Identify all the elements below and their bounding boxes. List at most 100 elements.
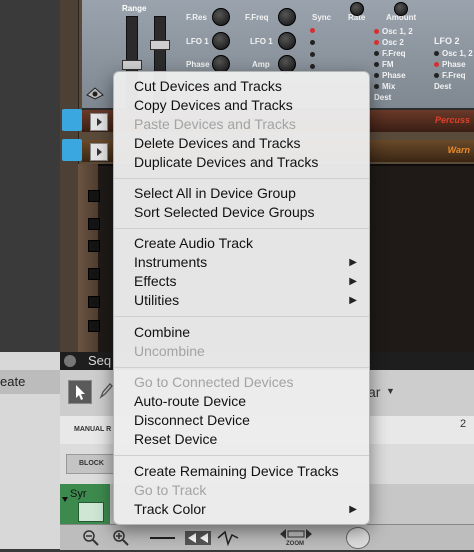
dest-item[interactable]: FM [382, 60, 394, 69]
menu-item-label: Create Audio Track [134, 235, 254, 251]
f-res-knob[interactable] [212, 8, 230, 26]
menu-item-create-remaining-tracks[interactable]: Create Remaining Device Tracks [134, 462, 339, 481]
dest-label: Dest [374, 93, 392, 102]
zoom-arrows-icon[interactable] [276, 527, 316, 541]
menu-item-label: Instruments [134, 254, 208, 270]
sync-label: Sync [312, 13, 332, 22]
block-label: BLOCK [79, 460, 104, 467]
waveform-led-1[interactable] [310, 28, 315, 33]
rate-knob[interactable] [350, 2, 364, 16]
f-freq-label: F.Freq [245, 13, 269, 22]
menu-item-copy-devices[interactable]: Copy Devices and Tracks [134, 96, 293, 115]
menu-item-track-color[interactable]: Track Color [134, 500, 206, 519]
amount-knob[interactable] [394, 2, 408, 16]
menu-item-effects[interactable]: Effects [134, 272, 177, 291]
dest-item[interactable]: Mix [382, 82, 395, 91]
chevron-down-icon[interactable]: ▼ [386, 386, 395, 396]
waveform-led-4[interactable] [310, 64, 315, 69]
device-expand-button-1[interactable] [90, 113, 108, 131]
menu-item-label: Copy Devices and Tracks [134, 97, 293, 113]
menu-item-select-all-group[interactable]: Select All in Device Group [134, 184, 296, 203]
lfo2-dest-item[interactable]: F.Freq [442, 71, 466, 80]
dest-item[interactable]: Osc 1, 2 [382, 27, 413, 36]
menu-separator [114, 367, 369, 368]
menu-item-create-audio-track[interactable]: Create Audio Track [134, 234, 253, 253]
amp-label: Amp [252, 60, 270, 69]
lfo1-knob[interactable] [212, 32, 230, 50]
menu-item-go-to-track: Go to Track [134, 481, 206, 500]
device-expand-button-2[interactable] [90, 143, 108, 161]
rack-left-rail [60, 0, 79, 352]
collapse-circle-icon[interactable] [64, 355, 76, 367]
track-header[interactable]: Syr [60, 484, 110, 524]
menu-item-label: Utilities [134, 292, 180, 308]
device-strip-label: Warn [447, 145, 470, 155]
phase-label: Phase [186, 60, 210, 69]
menu-item-utilities[interactable]: Utilities [134, 291, 179, 310]
zoom-out-icon[interactable] [82, 529, 100, 547]
menu-separator [114, 178, 369, 179]
menu-item-cut-devices[interactable]: Cut Devices and Tracks [134, 77, 282, 96]
menu-item-delete-devices[interactable]: Delete Devices and Tracks [134, 134, 301, 153]
zoom-in-icon[interactable] [112, 529, 130, 547]
menu-item-combine[interactable]: Combine [134, 323, 190, 342]
menu-item-label: Disconnect Device [134, 412, 250, 428]
device-fold-tab-2[interactable] [62, 139, 82, 161]
menu-item-auto-route[interactable]: Auto-route Device [134, 392, 246, 411]
menu-item-sort-groups[interactable]: Sort Selected Device Groups [134, 203, 315, 222]
rack-screw-hole [88, 240, 100, 252]
sequencer-bottom-bar: ZOOM [60, 524, 474, 550]
menu-item-duplicate-devices[interactable]: Duplicate Devices and Tracks [134, 153, 318, 172]
create-row[interactable]: eate [0, 370, 60, 394]
dest-item[interactable]: Osc 2 [382, 38, 404, 47]
submenu-arrow-icon: ▶ [349, 295, 357, 306]
menu-item-disconnect[interactable]: Disconnect Device [134, 411, 250, 430]
sequencer-title: Seq [88, 353, 112, 368]
submenu-arrow-icon: ▶ [349, 257, 357, 268]
menu-item-label: Effects [134, 273, 177, 289]
waveform-zoom-buttons[interactable] [150, 529, 240, 547]
rack-screw-hole [88, 218, 100, 230]
f-res-label: F.Res [186, 13, 207, 22]
menu-item-go-to-connected: Go to Connected Devices [134, 373, 294, 392]
menu-item-instruments[interactable]: Instruments [134, 253, 207, 272]
select-tool-button[interactable] [68, 380, 92, 404]
menu-item-label: Select All in Device Group [134, 185, 296, 201]
track-device-thumbnail [78, 502, 104, 522]
lfo2-dest-list: Osc 1, 2 Phase F.Freq Dest [434, 48, 473, 92]
range-label: Range [122, 4, 147, 13]
lfo1-dest-list: Osc 1, 2 Osc 2 F.Freq FM Phase Mix Dest [374, 26, 413, 103]
lfo1-knob-2[interactable] [278, 32, 296, 50]
pencil-icon[interactable] [98, 382, 114, 400]
lfo2-dest-item[interactable]: Phase [442, 60, 466, 69]
triangle-right-icon [97, 118, 102, 126]
dest-item[interactable]: F.Freq [382, 49, 406, 58]
lfo2-dest-item[interactable]: Osc 1, 2 [442, 49, 473, 58]
menu-separator [114, 316, 369, 317]
rack-screw-hole [88, 190, 100, 202]
menu-item-label: Create Remaining Device Tracks [134, 463, 339, 479]
waveform-led-2[interactable] [310, 40, 315, 45]
device-fold-tab-1[interactable] [62, 109, 82, 131]
range-fader-1-cap[interactable] [122, 60, 142, 70]
eye-icon[interactable] [86, 86, 104, 100]
waveform-led-3[interactable] [310, 52, 315, 57]
create-label: eate [0, 374, 26, 389]
lfo2-title: LFO 2 [434, 36, 460, 46]
track-fold-icon[interactable] [62, 490, 68, 502]
scroll-knob[interactable] [346, 527, 370, 549]
block-button[interactable]: BLOCK [66, 454, 120, 474]
menu-separator [114, 455, 369, 456]
lfo1-label-2: LFO 1 [250, 37, 273, 46]
f-freq-knob[interactable] [278, 8, 296, 26]
menu-item-reset-device[interactable]: Reset Device [134, 430, 217, 449]
rack-screw-hole [88, 268, 100, 280]
menu-item-label: Track Color [134, 501, 206, 517]
range-fader-2-cap[interactable] [150, 40, 170, 50]
manual-rec-label: MANUAL R [74, 426, 112, 433]
dest-item[interactable]: Phase [382, 71, 406, 80]
submenu-arrow-icon: ▶ [349, 276, 357, 287]
zoom-label: ZOOM [286, 541, 304, 547]
menu-item-label: Go to Track [134, 482, 207, 498]
menu-item-paste-devices: Paste Devices and Tracks [134, 115, 296, 134]
